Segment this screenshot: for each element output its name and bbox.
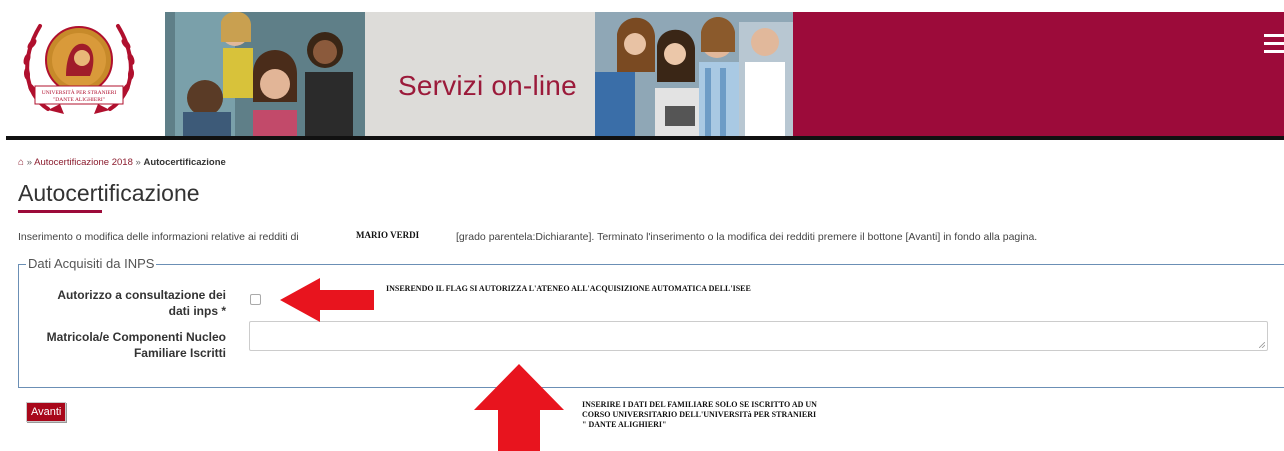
autorizzo-label-line1: Autorizzo a consultazione dei: [57, 288, 226, 302]
left-arrow-icon: [280, 278, 374, 322]
matricola-textarea[interactable]: [249, 321, 1268, 351]
title-underline: [18, 210, 102, 213]
breadcrumb-separator: »: [135, 157, 141, 168]
breadcrumb-current: Autocertificazione: [143, 157, 226, 168]
autorizzo-label: Autorizzo a consultazione dei dati inps …: [40, 287, 226, 319]
matricola-label-line2: Familiare Iscritti: [133, 346, 226, 360]
laurel-seal-icon: UNIVERSITÀ PER STRANIERI "DANTE ALIGHIER…: [23, 24, 135, 114]
breadcrumb-link-autocertificazione-2018[interactable]: Autocertificazione 2018: [34, 157, 133, 168]
logo-text-line1: UNIVERSITÀ PER STRANIERI: [42, 88, 117, 96]
banner-title: Servizi on-line: [398, 70, 577, 101]
header-banner-image: Servizi on-line: [165, 12, 793, 136]
intro-prefix: Inserimento o modifica delle informazion…: [18, 231, 299, 243]
logo-text-line2: "DANTE ALIGHIERI": [53, 97, 105, 103]
page-title: Autocertificazione: [18, 180, 200, 206]
familiare-note: INSERIRE I DATI DEL FAMILIARE SOLO SE IS…: [582, 400, 817, 430]
familiare-note-line1: INSERIRE I DATI DEL FAMILIARE SOLO SE IS…: [582, 400, 817, 409]
home-icon[interactable]: ⌂: [18, 157, 24, 168]
isee-flag-note: INSERENDO IL FLAG SI AUTORIZZA L'ATENEO …: [386, 284, 751, 293]
autorizzo-label-line2: dati inps *: [168, 304, 226, 318]
matricola-label-line1: Matricola/e Componenti Nucleo: [46, 330, 226, 344]
familiare-note-line2: CORSO UNIVERSITARIO DELL'UNIVERSITà PER …: [582, 410, 817, 419]
matricola-label: Matricola/e Componenti Nucleo Familiare …: [30, 329, 226, 361]
user-name: MARIO VERDI: [356, 230, 420, 240]
intro-text: Inserimento o modifica delle informazion…: [18, 230, 1037, 243]
resize-handle-icon[interactable]: [1259, 342, 1265, 348]
breadcrumb-separator: »: [26, 157, 32, 168]
up-arrow-icon: [474, 364, 564, 451]
breadcrumb: ⌂ » Autocertificazione 2018 » Autocertif…: [18, 157, 226, 168]
familiare-note-line3: " DANTE ALIGHIERI": [582, 420, 667, 429]
hamburger-menu-icon[interactable]: [1264, 34, 1284, 56]
autorizzo-checkbox[interactable]: [250, 294, 261, 305]
university-logo[interactable]: UNIVERSITÀ PER STRANIERI "DANTE ALIGHIER…: [18, 14, 140, 126]
intro-suffix: [grado parentela:Dichiarante]. Terminato…: [456, 231, 1038, 243]
header-divider: [6, 136, 1284, 140]
site-header: UNIVERSITÀ PER STRANIERI "DANTE ALIGHIER…: [0, 0, 1284, 140]
avanti-button[interactable]: Avanti: [26, 402, 67, 422]
fieldset-legend: Dati Acquisiti da INPS: [26, 256, 157, 271]
header-maroon-panel: [793, 12, 1284, 136]
